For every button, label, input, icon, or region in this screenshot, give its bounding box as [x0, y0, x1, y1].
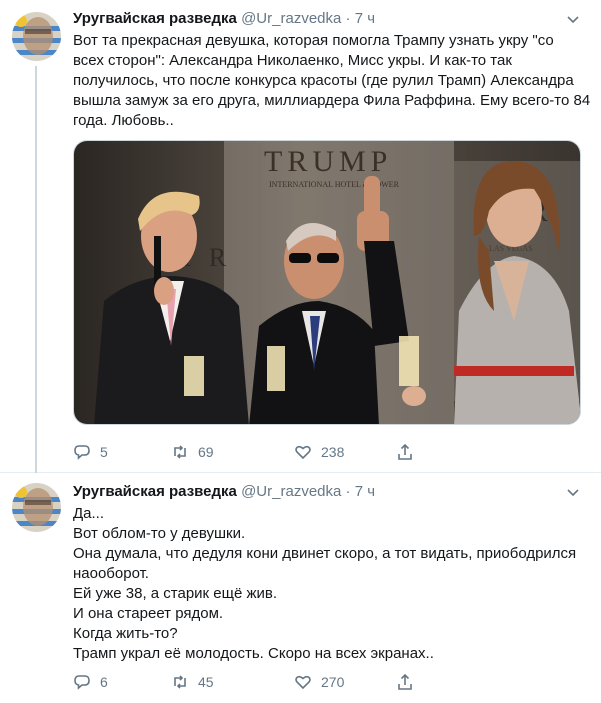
avatar[interactable]: [12, 483, 61, 532]
like-count: 270: [321, 674, 345, 690]
tweet-text-line: Вот облом-то у девушки.: [73, 525, 246, 542]
retweet-arrows-icon: [174, 445, 186, 459]
avatar[interactable]: [12, 12, 61, 61]
retweet-count: 69: [198, 444, 214, 460]
backdrop-word: TRUMP: [264, 145, 392, 178]
separator-dot: ·: [345, 483, 351, 500]
tweet-text-line: Да...: [73, 505, 105, 522]
timestamp[interactable]: 7 ч: [355, 483, 375, 500]
thread-connector: [35, 66, 37, 473]
like-count: 238: [321, 444, 345, 460]
reply-count: 5: [100, 444, 108, 460]
reply-button[interactable]: 6: [73, 671, 171, 693]
reply-count: 6: [100, 674, 108, 690]
retweet-button[interactable]: 69: [171, 441, 294, 463]
heart-outline-icon: [295, 445, 311, 460]
author-name[interactable]: Уругвайская разведка: [73, 10, 237, 27]
tweet-text-line: Ей уже 38, а старик ещё жив.: [73, 585, 278, 602]
speech-bubble-icon: [74, 445, 90, 460]
speech-bubble-icon: [74, 675, 90, 690]
tweet-text: Вот та прекрасная девушка, которая помог…: [73, 31, 591, 131]
heart-outline-icon: [295, 675, 311, 690]
share-button[interactable]: [396, 671, 436, 693]
retweet-button[interactable]: 45: [171, 671, 294, 693]
share-upload-icon: [398, 443, 412, 460]
tweet-text-line: И она стареет рядом.: [73, 605, 224, 622]
tweet[interactable]: Уругвайская разведка @Ur_razvedka · 7 ч …: [0, 0, 601, 473]
tweet-photo[interactable]: TRUMP INTERNATIONAL HOTEL & TOWER LAS VE…: [73, 140, 581, 425]
tweet-actions: 6 45 270: [73, 671, 436, 693]
separator-dot: ·: [345, 10, 351, 27]
tweet-text-line: Трамп украл её молодость. Скоро на всех …: [73, 645, 434, 662]
tweet-text-line: Вот та прекрасная девушка, которая помог…: [73, 32, 554, 49]
tweet-text-line: наооборот.: [73, 565, 149, 582]
chevron-down-icon[interactable]: [563, 482, 583, 502]
tweet[interactable]: Уругвайская разведка @Ur_razvedka · 7 ч …: [0, 473, 601, 703]
like-button[interactable]: 270: [294, 671, 396, 693]
author-handle[interactable]: @Ur_razvedka: [241, 10, 341, 27]
tweet-text-line: всех сторон": Александра Николаенко, Мис…: [73, 52, 512, 69]
tweet-text-line: вышла замуж за его друга, миллиардера Фи…: [73, 92, 591, 109]
share-upload-icon: [398, 673, 412, 690]
retweet-arrows-icon: [174, 675, 186, 689]
chevron-down-icon[interactable]: [563, 9, 583, 29]
share-button[interactable]: [396, 441, 436, 463]
tweet-text-line: Когда жить-то?: [73, 625, 178, 642]
tweet-header: Уругвайская разведка @Ur_razvedka · 7 ч: [73, 482, 585, 502]
tweet-text-line: года. Любовь..: [73, 112, 174, 129]
author-name[interactable]: Уругвайская разведка: [73, 483, 237, 500]
timestamp[interactable]: 7 ч: [355, 10, 375, 27]
tweet-text: Да... Вот облом-то у девушки. Она думала…: [73, 504, 585, 664]
tweet-header: Уругвайская разведка @Ur_razvedka · 7 ч: [73, 9, 585, 29]
tweet-actions: 5 69 238: [73, 441, 436, 463]
like-button[interactable]: 238: [294, 441, 396, 463]
backdrop-subtitle: INTERNATIONAL HOTEL & TOWER: [269, 180, 400, 189]
retweet-count: 45: [198, 674, 214, 690]
tweet-text-line: Она думала, что дедуля кони двинет скоро…: [73, 545, 577, 562]
reply-button[interactable]: 5: [73, 441, 171, 463]
tweet-text-line: получилось, что после конкурса красоты (…: [73, 72, 574, 89]
author-handle[interactable]: @Ur_razvedka: [241, 483, 341, 500]
